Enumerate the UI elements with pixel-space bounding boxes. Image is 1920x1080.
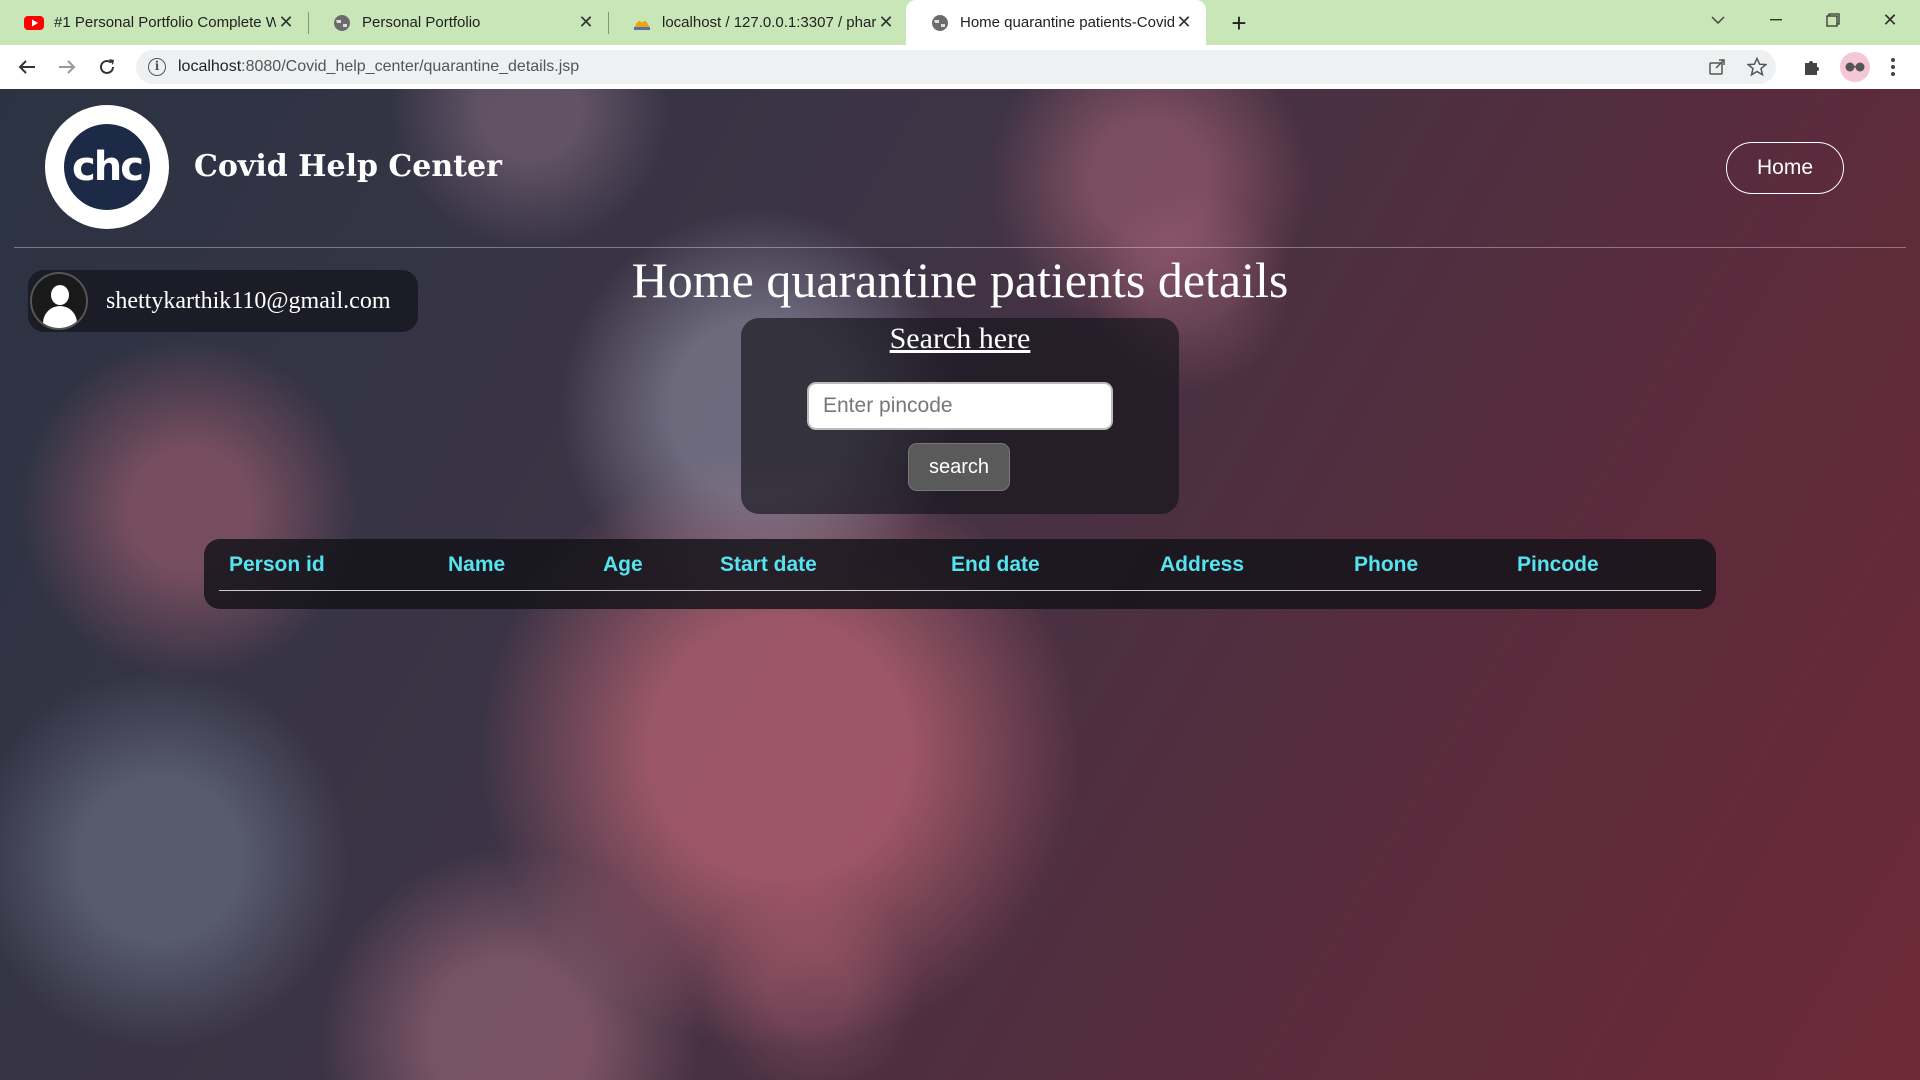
logo-text: chc (64, 124, 150, 210)
close-tab-icon[interactable]: ✕ (1174, 12, 1194, 33)
extensions-puzzle-icon[interactable] (1799, 54, 1825, 80)
tab-title: #1 Personal Portfolio Complete W (54, 14, 276, 31)
page-title: Home quarantine patients details (631, 252, 1289, 308)
globe-icon (332, 13, 352, 33)
site-info-icon[interactable]: i (148, 58, 166, 76)
chc-logo[interactable]: chc (45, 105, 169, 229)
column-header-name: Name (448, 553, 506, 576)
tab-title: Personal Portfolio (362, 14, 481, 31)
column-header-phone: Phone (1354, 553, 1419, 576)
browser-tab-bar: #1 Personal Portfolio Complete W ✕ Perso… (0, 0, 1920, 45)
column-header-pincode: Pincode (1517, 553, 1599, 576)
restore-icon[interactable] (1805, 0, 1861, 40)
column-header-start-date: Start date (720, 553, 817, 576)
back-arrow-icon[interactable] (11, 51, 43, 83)
search-panel: Search here search (741, 318, 1179, 514)
close-tab-icon[interactable]: ✕ (876, 12, 896, 33)
url-path: :8080/Covid_help_center/quarantine_detai… (241, 58, 580, 75)
address-bar[interactable]: i localhost:8080/Covid_help_center/quara… (136, 50, 1776, 84)
close-tab-icon[interactable]: ✕ (576, 12, 596, 33)
profile-avatar-icon[interactable] (1840, 52, 1870, 82)
url-host: localhost (178, 58, 242, 75)
browser-tab-3[interactable]: localhost / 127.0.0.1:3307 / pharm ✕ (608, 0, 908, 45)
column-header-person-id: Person id (229, 553, 325, 576)
globe-icon (930, 13, 950, 33)
column-header-age: Age (603, 553, 643, 576)
table-header-divider (219, 590, 1701, 591)
close-window-icon[interactable]: ✕ (1862, 0, 1918, 40)
browser-menu-icon[interactable] (1880, 54, 1906, 80)
browser-tab-2[interactable]: Personal Portfolio ✕ (308, 0, 608, 45)
column-header-address: Address (1160, 553, 1245, 576)
patients-table: Person id Name Age Start date End date A… (204, 539, 1716, 609)
brand-name[interactable]: Covid Help Center (194, 149, 502, 184)
browser-tab-4-active[interactable]: Home quarantine patients-Covid ✕ (906, 0, 1206, 45)
page-viewport: chc Covid Help Center Home shettykarthik… (0, 89, 1920, 1080)
minimize-icon[interactable] (1748, 0, 1804, 40)
tab-title: localhost / 127.0.0.1:3307 / pharm (662, 14, 876, 31)
column-header-end-date: End date (951, 553, 1040, 576)
search-heading: Search here (889, 322, 1031, 355)
close-tab-icon[interactable]: ✕ (276, 12, 296, 33)
tab-search-chevron-icon[interactable] (1690, 0, 1746, 40)
tab-title: Home quarantine patients-Covid (960, 14, 1174, 31)
phpmyadmin-icon (632, 13, 652, 33)
home-nav-button[interactable]: Home (1726, 142, 1844, 194)
browser-tab-1[interactable]: #1 Personal Portfolio Complete W ✕ (0, 0, 308, 45)
bookmark-star-icon[interactable] (1746, 56, 1768, 78)
url-text[interactable]: localhost:8080/Covid_help_center/quarant… (178, 50, 579, 84)
forward-arrow-icon[interactable] (51, 51, 83, 83)
pincode-input[interactable] (807, 382, 1113, 430)
reload-icon[interactable] (91, 51, 123, 83)
search-button[interactable]: search (908, 443, 1010, 491)
browser-toolbar: i localhost:8080/Covid_help_center/quara… (0, 45, 1920, 90)
new-tab-plus-icon[interactable]: + (1222, 6, 1256, 40)
youtube-icon (24, 13, 44, 33)
header-divider (14, 247, 1906, 248)
share-icon[interactable] (1706, 56, 1728, 78)
